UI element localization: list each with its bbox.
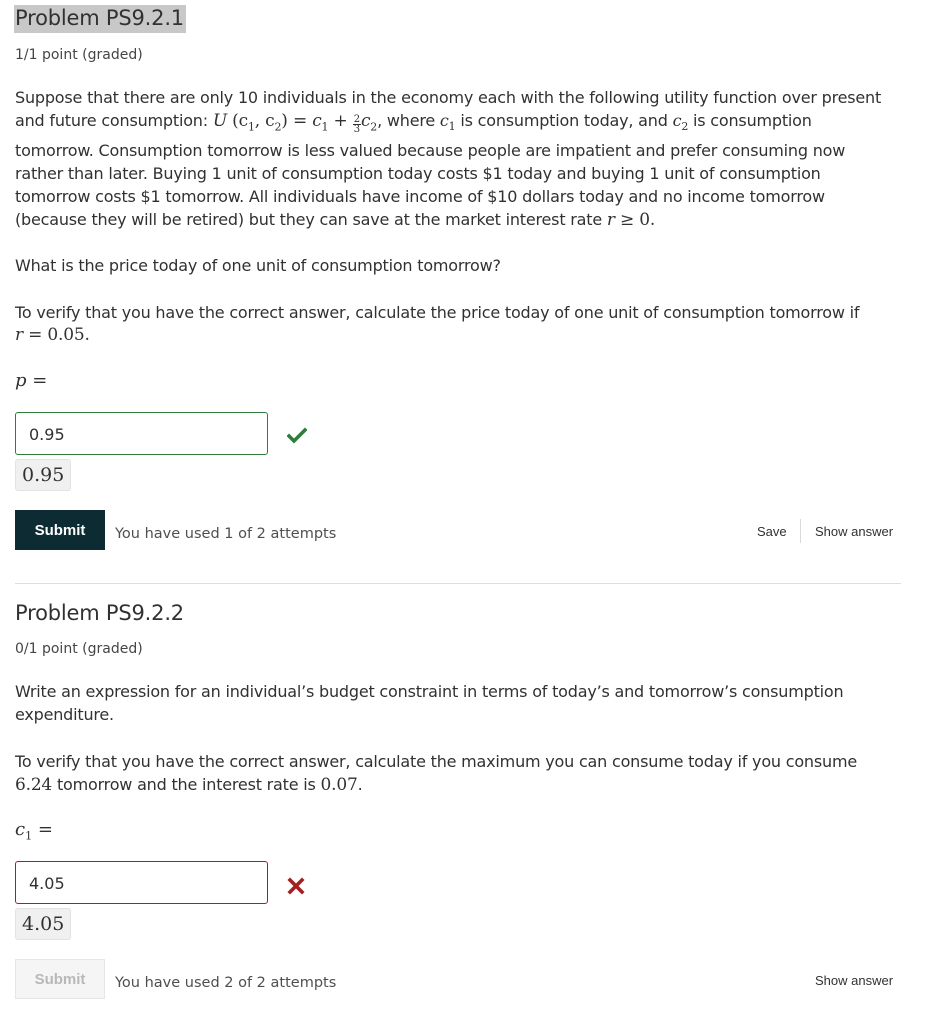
verify-text: tomorrow and the interest rate is [52, 775, 321, 795]
math-var: p [15, 370, 27, 391]
problem-2-points: 0/1 point (graded) [15, 641, 143, 657]
math-text: ≥ 0. [614, 210, 656, 231]
intro-line-2: and future consumption: U (c1, c2) = c1 … [15, 109, 905, 139]
math-var: c [312, 111, 322, 132]
math-var: r [15, 325, 23, 346]
math-c1: c1 [439, 111, 456, 133]
answer-preview-1: 0.95 [15, 459, 72, 491]
math-text: = [26, 370, 48, 391]
math-text: = 0.05. [22, 325, 90, 346]
math-var: c [360, 111, 371, 132]
math-text: , c [254, 111, 275, 132]
answer-label-p: p = [15, 370, 47, 391]
problem-1-title: Problem PS9.2.1 [14, 5, 186, 33]
attempts-text-2: You have used 2 of 2 attempts [115, 975, 337, 991]
math-text: + [328, 111, 353, 132]
answer-input-2[interactable]: 4.05 [15, 861, 268, 904]
intro-line-1: Suppose that there are only 10 individua… [15, 88, 882, 107]
intro-line-4: rather than later. Buying 1 unit of cons… [15, 164, 821, 183]
intro-text: and future consumption: [15, 111, 213, 131]
problem-1-points: 1/1 point (graded) [15, 47, 143, 63]
math-text: = [32, 819, 53, 840]
verify-text: . [357, 775, 363, 795]
problem-2-title: Problem PS9.2.2 [15, 601, 184, 625]
math-var: c [15, 819, 26, 840]
math-r-condition: r ≥ 0. [607, 210, 655, 230]
submit-button-1[interactable]: Submit [15, 510, 105, 550]
math-text: = [287, 111, 313, 132]
save-button[interactable]: Save [757, 524, 787, 539]
question-line-2: expenditure. [15, 705, 114, 725]
problem-2-verify: To verify that you have the correct answ… [15, 750, 905, 797]
math-var: c [439, 111, 449, 131]
math-c2: c2 [673, 111, 689, 133]
math-num: 0.07 [320, 775, 358, 796]
verify-math: r = 0.05. [15, 324, 905, 347]
intro-text: (because they will be retired) but they … [15, 210, 607, 230]
problem-1-intro: Suppose that there are only 10 individua… [15, 86, 905, 233]
checkmark-icon [287, 427, 307, 444]
intro-line-3: tomorrow. Consumption tomorrow is less v… [15, 140, 846, 160]
problem-2-question: Write an expression for an individual’s … [15, 680, 905, 726]
math-text: (c [232, 111, 248, 132]
fraction: 23 [352, 115, 361, 136]
question-line-1: Write an expression for an individual’s … [15, 682, 844, 701]
math-sub: 1 [247, 120, 255, 134]
intro-line-5: tomorrow costs $1 tomorrow. All individu… [15, 187, 825, 207]
utility-formula: U (c1, c2) = c1 + 2 3 c2 [212, 111, 377, 136]
action-divider [800, 519, 801, 543]
intro-text: is consumption [688, 111, 812, 131]
problem-1-question: What is the price today of one unit of c… [15, 256, 501, 275]
problem-1-verify: To verify that you have the correct answ… [15, 301, 905, 347]
intro-text: is consumption today, and [455, 111, 673, 131]
answer-label-c1: c1 = [15, 819, 53, 843]
verify-line-2: 6.24 tomorrow and the interest rate is 0… [15, 773, 905, 797]
verify-line-1: To verify that you have the correct answ… [15, 752, 857, 771]
intro-line-6: (because they will be retired) but they … [15, 208, 905, 232]
show-answer-button-1[interactable]: Show answer [815, 524, 893, 539]
answer-preview-2: 4.05 [15, 908, 72, 940]
math-U: U [212, 111, 227, 132]
cross-icon [287, 877, 305, 895]
math-var: r [606, 210, 615, 231]
intro-text: , where [377, 111, 440, 131]
show-answer-button-2[interactable]: Show answer [815, 973, 893, 988]
math-num: 6.24 [15, 775, 53, 796]
section-divider [15, 583, 901, 584]
verify-line-1: To verify that you have the correct answ… [15, 303, 860, 322]
answer-input-1[interactable]: 0.95 [15, 412, 268, 455]
frac-den: 3 [353, 124, 360, 136]
attempts-text-1: You have used 1 of 2 attempts [115, 526, 337, 542]
submit-button-2[interactable]: Submit [15, 959, 105, 999]
